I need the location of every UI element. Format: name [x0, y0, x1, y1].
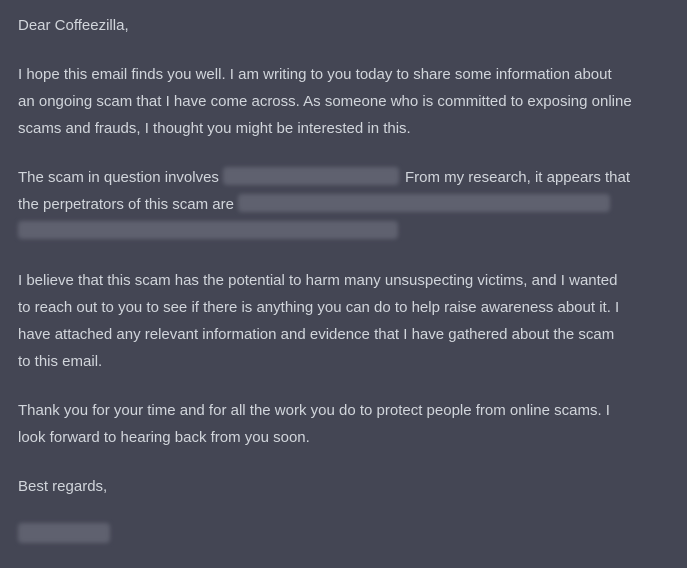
text-line: an ongoing scam that I have come across.…: [18, 93, 632, 110]
redacted-text: [237, 194, 610, 212]
text-line: scams and frauds, I thought you might be…: [18, 120, 411, 137]
email-message: Dear Coffeezilla, I hope this email find…: [0, 0, 687, 568]
text-line: I believe that this scam has the potenti…: [18, 272, 618, 289]
text-line: to this email.: [18, 353, 103, 370]
text-line: the perpetrators of this scam are: [18, 191, 669, 218]
email-paragraph-concern: I believe that this scam has the potenti…: [18, 267, 669, 375]
text-line: I hope this email finds you well. I am w…: [18, 66, 612, 83]
email-paragraph-scam-details: The scam in question involves From my res…: [18, 164, 669, 245]
text-line: have attached any relevant information a…: [18, 326, 615, 343]
email-greeting: Dear Coffeezilla,: [18, 17, 129, 34]
email-signature: [18, 522, 669, 549]
redacted-signature: [18, 523, 110, 543]
text-line: to reach out to you to see if there is a…: [18, 299, 620, 316]
text-line: [18, 218, 669, 245]
email-paragraph-thanks: Thank you for your time and for all the …: [18, 397, 669, 451]
redacted-text: [222, 167, 399, 185]
text-segment: the perpetrators of this scam are: [18, 196, 234, 213]
text-segment: The scam in question involves: [18, 169, 219, 186]
email-closing: Best regards,: [18, 478, 108, 495]
email-paragraph-intro: I hope this email finds you well. I am w…: [18, 61, 669, 142]
redacted-text: [18, 221, 398, 239]
text-line: The scam in question involves From my res…: [18, 164, 669, 191]
text-line: look forward to hearing back from you so…: [18, 429, 310, 446]
text-line: Thank you for your time and for all the …: [18, 402, 610, 419]
text-segment: From my research, it appears that: [404, 169, 631, 186]
